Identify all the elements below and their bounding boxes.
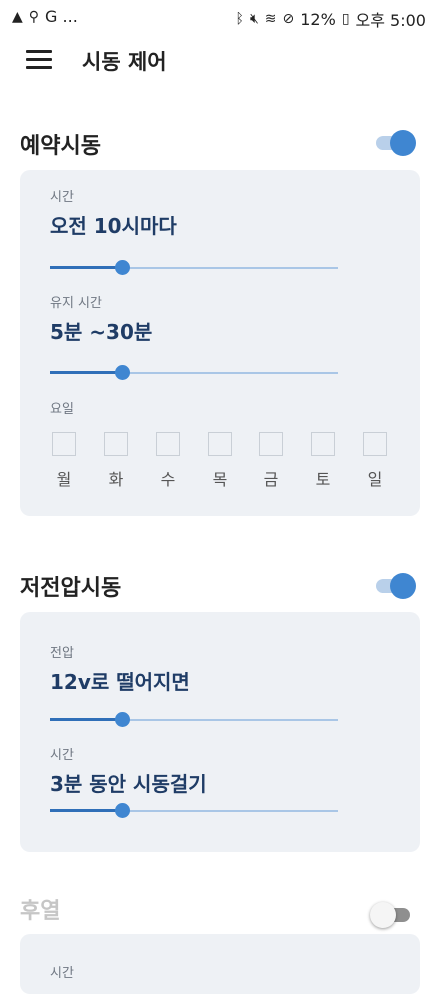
hamburger-menu-icon[interactable] <box>26 50 52 70</box>
battery-icon: ▯ <box>341 11 350 27</box>
day-label: 화 <box>108 470 124 489</box>
page-title: 시동 제어 <box>82 50 167 74</box>
day-checkbox-tue[interactable]: 화 <box>102 432 130 490</box>
scheduled-toggle[interactable] <box>374 130 416 156</box>
slider-thumb[interactable] <box>115 260 130 275</box>
time-label: 시간 <box>50 966 74 981</box>
day-label: 토 <box>315 470 331 489</box>
section-title-low-voltage: 저전압시동 <box>20 576 122 601</box>
day-label: 월 <box>56 470 72 489</box>
day-selector: 월 화 수 목 금 토 일 <box>50 432 395 492</box>
duration-value: 5분 ~30분 <box>50 320 153 344</box>
day-checkbox-mon[interactable]: 월 <box>50 432 78 490</box>
mute-icon: 🔇︎ <box>249 11 259 27</box>
time-slider[interactable] <box>50 258 338 278</box>
slider-thumb[interactable] <box>115 803 130 818</box>
day-label: 금 <box>263 470 279 489</box>
app-bar: 시동 제어 <box>0 34 440 90</box>
low-voltage-toggle[interactable] <box>374 573 416 599</box>
day-label: 목 <box>212 470 228 489</box>
time-slider[interactable] <box>50 801 338 821</box>
slider-thumb[interactable] <box>115 365 130 380</box>
day-label: 수 <box>160 470 176 489</box>
status-time: 오후 5:00 <box>355 11 426 30</box>
voltage-value: 12v로 떨어지면 <box>50 670 190 694</box>
day-checkbox-wed[interactable]: 수 <box>154 432 182 490</box>
section-title-preheat: 후열 <box>20 899 61 924</box>
duration-slider[interactable] <box>50 363 338 383</box>
wifi-icon: ≋ <box>264 11 277 27</box>
slider-thumb[interactable] <box>115 712 130 727</box>
day-checkbox-sat[interactable]: 토 <box>309 432 337 490</box>
do-not-disturb-icon: ⊘ <box>282 11 295 27</box>
status-bar: ▲ ⚲ G ... ᛒ 🔇︎ ≋ ⊘ 12% ▯ 오후 5:00 <box>0 0 440 34</box>
bluetooth-icon: ᛒ <box>235 11 244 27</box>
day-checkbox-sun[interactable]: 일 <box>361 432 389 490</box>
battery-percent: 12% <box>300 9 336 29</box>
days-label: 요일 <box>50 402 74 417</box>
preheat-toggle[interactable] <box>370 902 412 928</box>
time-value: 3분 동안 시동걸기 <box>50 772 207 796</box>
voltage-label: 전압 <box>50 646 74 661</box>
voltage-slider[interactable] <box>50 710 338 730</box>
section-title-scheduled: 예약시동 <box>20 134 101 159</box>
preheat-card: 시간 <box>20 934 420 994</box>
time-label: 시간 <box>50 748 74 763</box>
low-voltage-card: 전압 12v로 떨어지면 시간 3분 동안 시동걸기 <box>20 612 420 852</box>
status-left-text: G ... <box>45 7 78 26</box>
time-label: 시간 <box>50 190 74 205</box>
warning-icon: ▲ <box>12 8 23 25</box>
scheduled-card: 시간 오전 10시마다 유지 시간 5분 ~30분 요일 월 화 수 목 금 토… <box>20 170 420 516</box>
time-value: 오전 10시마다 <box>50 214 177 238</box>
keyhole-icon: ⚲ <box>28 8 40 25</box>
duration-label: 유지 시간 <box>50 296 102 311</box>
day-label: 일 <box>367 470 383 489</box>
day-checkbox-thu[interactable]: 목 <box>206 432 234 490</box>
day-checkbox-fri[interactable]: 금 <box>257 432 285 490</box>
